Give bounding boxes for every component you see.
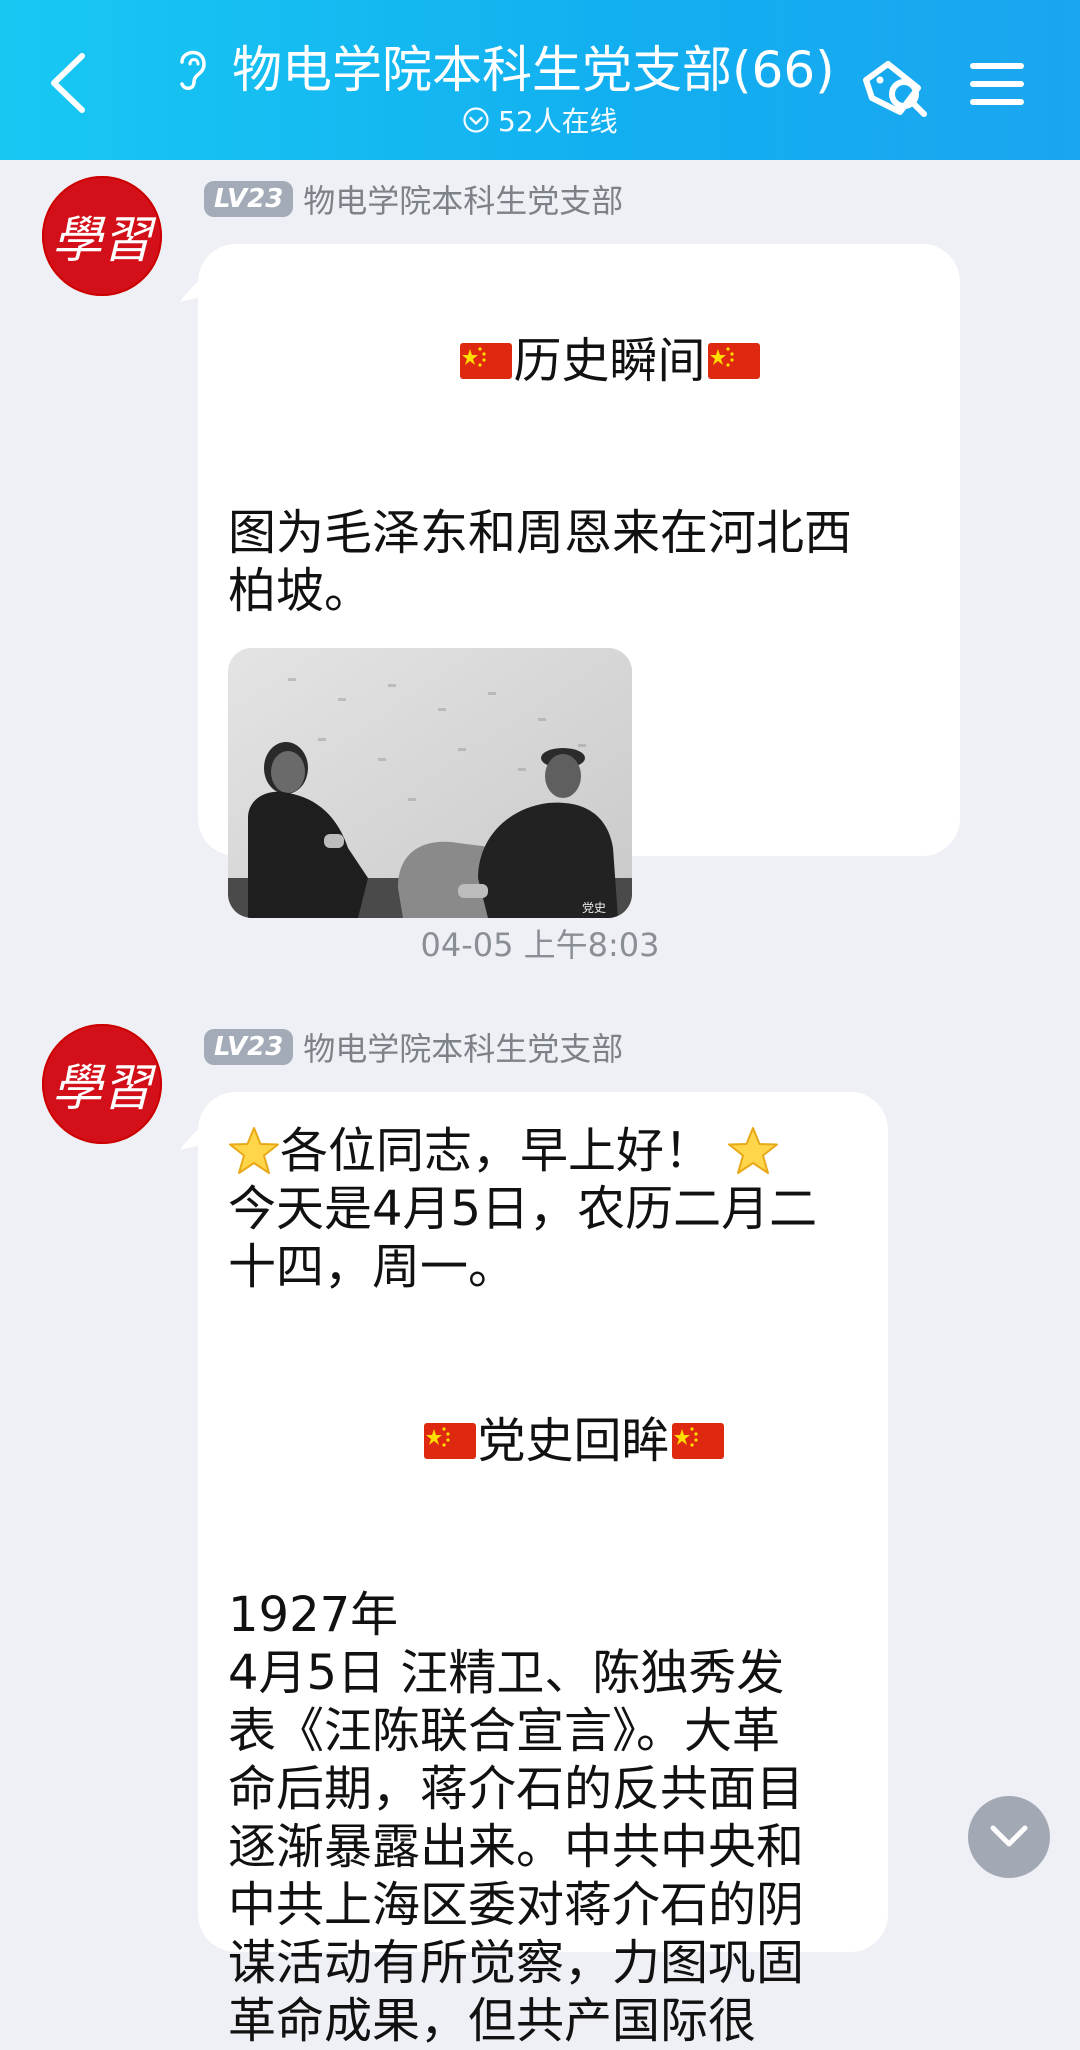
star-icon xyxy=(728,1127,779,1174)
message-heading: 历史瞬间 xyxy=(228,274,930,448)
greeting-line: 各位同志，早上好！ xyxy=(228,1122,858,1180)
sender-meta: LV23 物电学院本科生党支部 xyxy=(204,1024,623,1070)
bubble-tail xyxy=(180,272,214,302)
level-badge: LV23 xyxy=(204,1029,294,1065)
ear-icon[interactable] xyxy=(170,44,214,94)
bubble-tail xyxy=(180,1120,214,1150)
heading-text: 党史回眸 xyxy=(477,1413,670,1469)
avatar-text: 學習 xyxy=(52,1059,152,1117)
sender-avatar[interactable]: 學習 xyxy=(42,1024,162,1144)
photo-image: 党史 xyxy=(228,648,632,918)
chat-title[interactable]: 物电学院本科生党支部(66) xyxy=(232,30,835,102)
greeting-text: 各位同志，早上好！ xyxy=(280,1123,713,1179)
sender-avatar[interactable]: 學習 xyxy=(42,176,162,296)
menu-icon[interactable] xyxy=(970,60,1024,108)
photo-watermark: 党史 xyxy=(582,900,606,915)
sender-name[interactable]: 物电学院本科生党支部 xyxy=(303,1024,623,1070)
tag-icon[interactable] xyxy=(858,58,934,122)
message-body: 图为毛泽东和周恩来在河北西 柏坡。 xyxy=(228,505,853,619)
china-flag-icon xyxy=(459,343,512,379)
message-timestamp: 04-05 上午8:03 xyxy=(420,926,660,964)
chevron-down-icon xyxy=(990,1825,1028,1847)
check-circle-icon xyxy=(463,107,489,133)
china-flag-icon xyxy=(423,1423,476,1459)
chevron-left-icon[interactable] xyxy=(44,48,92,118)
star-icon xyxy=(229,1127,279,1174)
avatar-text: 學習 xyxy=(52,211,152,269)
china-flag-icon xyxy=(707,343,760,379)
china-flag-icon xyxy=(671,1423,724,1459)
message-photo[interactable]: 党史 xyxy=(228,648,632,918)
date-line: 今天是4月5日，农历二月二 十四，周一。 xyxy=(228,1181,818,1295)
message-body: 4月5日 汪精卫、陈独秀发 表《汪陈联合宣言》。大革 命后期，蒋介石的反共面目 … xyxy=(228,1645,805,2049)
year-line: 1927年 xyxy=(228,1587,399,1643)
scroll-to-bottom-button[interactable] xyxy=(968,1796,1050,1878)
online-status[interactable]: 52人在线 xyxy=(462,100,618,140)
message-heading: 党史回眸 xyxy=(228,1354,858,1528)
sender-name[interactable]: 物电学院本科生党支部 xyxy=(303,176,623,222)
level-badge: LV23 xyxy=(204,181,294,217)
sender-meta: LV23 物电学院本科生党支部 xyxy=(204,176,623,222)
chat-header: 物电学院本科生党支部(66) 52人在线 xyxy=(0,0,1080,160)
message-bubble[interactable]: 历史瞬间 图为毛泽东和周恩来在河北西 柏坡。 党史 xyxy=(180,244,960,918)
heading-text: 历史瞬间 xyxy=(513,333,706,389)
message-bubble[interactable]: 各位同志，早上好！ 今天是4月5日，农历二月二 十四，周一。 党史回眸 1927… xyxy=(180,1092,888,2049)
online-count: 52人在线 xyxy=(498,105,618,138)
